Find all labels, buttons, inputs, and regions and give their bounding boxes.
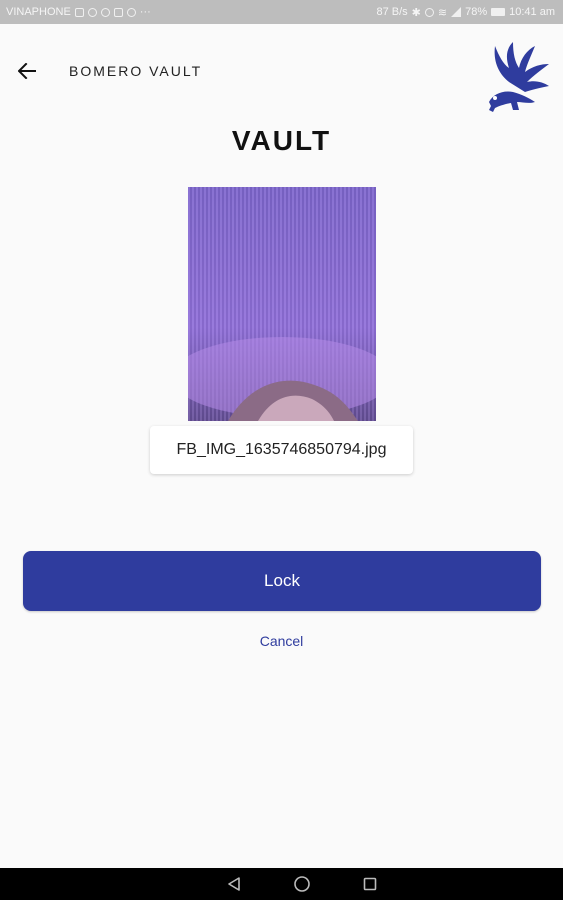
gallery-icon bbox=[113, 7, 123, 17]
signal-icon bbox=[451, 7, 462, 17]
status-right: 87 B/s ✱ ≋ 78% 10:41 am bbox=[376, 6, 555, 19]
lock-button-label: Lock bbox=[264, 571, 300, 590]
nav-home-button[interactable] bbox=[292, 874, 312, 894]
battery-percent: 78% bbox=[465, 6, 488, 18]
messenger-icon bbox=[100, 7, 110, 17]
more-notifications-icon: ··· bbox=[139, 6, 151, 18]
app-bar: BOMERO VAULT bbox=[0, 24, 563, 116]
recents-square-icon bbox=[363, 877, 376, 891]
arrow-left-icon bbox=[18, 63, 36, 79]
lock-button[interactable]: Lock bbox=[23, 551, 541, 611]
page-title: VAULT bbox=[231, 125, 332, 156]
app-title: BOMERO VAULT bbox=[69, 63, 203, 79]
bluetooth-icon: ✱ bbox=[411, 6, 421, 19]
network-speed: 87 B/s bbox=[376, 6, 408, 18]
app-icon bbox=[126, 7, 136, 17]
wifi-icon: ≋ bbox=[437, 6, 448, 19]
system-nav-bar bbox=[0, 868, 563, 900]
image-thumbnail[interactable] bbox=[188, 187, 376, 421]
eagle-logo bbox=[489, 42, 549, 112]
notification-icon bbox=[74, 7, 84, 17]
file-name: FB_IMG_1635746850794.jpg bbox=[176, 441, 387, 458]
status-bar: VINAPHONE ··· 87 B/s ✱ ≋ 78% 10:41 am bbox=[0, 0, 563, 24]
file-name-chip: FB_IMG_1635746850794.jpg bbox=[150, 426, 413, 474]
status-left: VINAPHONE ··· bbox=[6, 6, 151, 18]
nav-back-button[interactable] bbox=[224, 874, 244, 894]
back-button[interactable] bbox=[14, 58, 40, 84]
battery-icon bbox=[491, 8, 506, 16]
carrier-label: VINAPHONE bbox=[6, 6, 71, 18]
back-triangle-icon bbox=[227, 877, 240, 891]
cancel-button[interactable]: Cancel bbox=[0, 633, 563, 649]
alarm-icon bbox=[424, 7, 434, 17]
clock: 10:41 am bbox=[509, 6, 555, 18]
telegram-icon bbox=[87, 7, 97, 17]
home-circle-icon bbox=[293, 876, 310, 892]
nav-recents-button[interactable] bbox=[360, 874, 380, 894]
